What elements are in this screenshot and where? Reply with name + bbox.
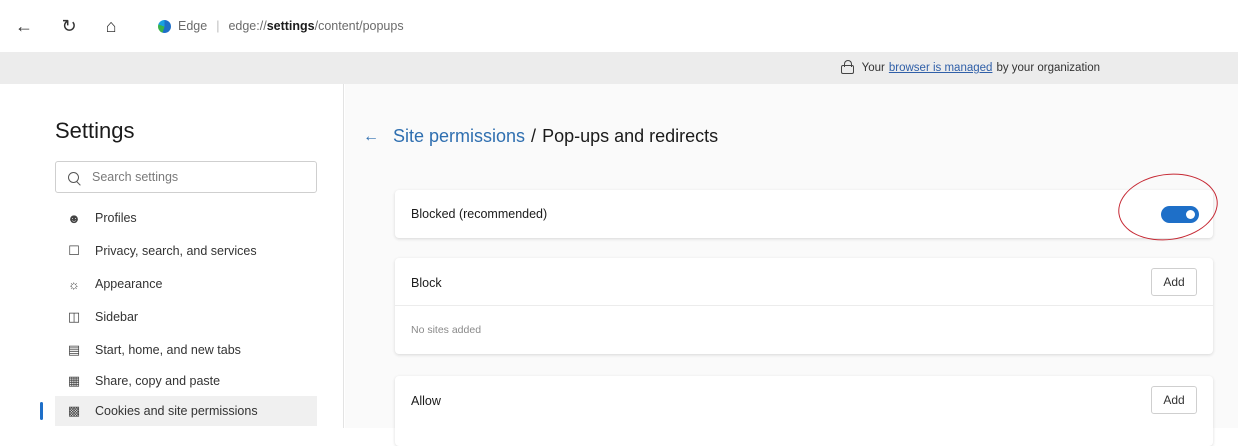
sidebar-item-cookies[interactable]: ▩ Cookies and site permissions bbox=[55, 396, 317, 426]
sidebar-item-share[interactable]: ▦ Share, copy and paste bbox=[55, 366, 317, 396]
toggle-knob bbox=[1186, 210, 1195, 219]
block-add-button[interactable]: Add bbox=[1151, 268, 1197, 296]
search-settings-input[interactable]: Search settings bbox=[55, 161, 317, 193]
sidebar-item-label: Appearance bbox=[95, 277, 163, 291]
site-permissions-link[interactable]: Site permissions bbox=[393, 126, 525, 147]
address-separator: | bbox=[216, 19, 220, 33]
url-prefix: edge:// bbox=[228, 19, 267, 33]
edge-logo-icon bbox=[158, 19, 171, 33]
breadcrumb-back-icon[interactable]: ← bbox=[363, 128, 379, 146]
blocked-setting-card: Blocked (recommended) bbox=[395, 190, 1213, 238]
url-suffix: /content/popups bbox=[314, 19, 404, 33]
start-home-icon: ▤ bbox=[67, 342, 81, 357]
profile-icon: ☻ bbox=[67, 210, 81, 226]
sidebar-item-sidebar[interactable]: ◫ Sidebar bbox=[55, 302, 317, 332]
settings-title: Settings bbox=[55, 118, 135, 143]
back-arrow-icon[interactable]: ← bbox=[10, 12, 38, 40]
home-icon[interactable]: ⌂ bbox=[97, 12, 125, 40]
block-empty-text: No sites added bbox=[411, 324, 482, 336]
managed-briefcase-icon bbox=[840, 59, 854, 74]
share-icon: ▦ bbox=[67, 373, 81, 388]
breadcrumb-separator: / bbox=[531, 126, 537, 146]
url-bold: settings bbox=[266, 19, 315, 33]
browser-brand: Edge bbox=[178, 19, 208, 33]
sidebar-item-label: Share, copy and paste bbox=[95, 374, 221, 388]
allow-add-button[interactable]: Add bbox=[1151, 386, 1197, 414]
sidebar-item-privacy[interactable]: ☐ Privacy, search, and services bbox=[55, 236, 317, 266]
allow-list-card: Allow Add bbox=[395, 376, 1213, 446]
refresh-icon[interactable]: ↻ bbox=[55, 12, 83, 40]
address-bar[interactable]: Edge | edge://settings/content/popups bbox=[150, 12, 1230, 40]
block-list-card: Block Add No sites added bbox=[395, 258, 1213, 354]
page-title: Pop-ups and redirects bbox=[542, 126, 719, 146]
browser-toolbar: ← ↻ ⌂ Edge | edge://settings/content/pop… bbox=[0, 0, 1238, 52]
allow-card-header: Allow Add bbox=[395, 376, 1213, 424]
cookies-icon: ▩ bbox=[67, 403, 81, 418]
sidebar-item-appearance[interactable]: ☼ Appearance bbox=[55, 269, 317, 299]
main-content: ← Site permissions / Pop-ups and redirec… bbox=[345, 84, 1238, 446]
block-card-header: Block Add bbox=[395, 258, 1213, 306]
blocked-label: Blocked (recommended) bbox=[411, 207, 548, 221]
sidebar-item-label: Profiles bbox=[95, 211, 137, 225]
managed-notice-bar: Your browser is managed by your organiza… bbox=[0, 52, 1238, 84]
active-item-marker bbox=[40, 402, 43, 420]
appearance-icon: ☼ bbox=[68, 276, 80, 292]
allow-title: Allow bbox=[411, 394, 441, 408]
breadcrumb: ← Site permissions / Pop-ups and redirec… bbox=[363, 126, 718, 147]
sidebar-item-label: Cookies and site permissions bbox=[95, 404, 258, 418]
sidebar-item-start-home[interactable]: ▤ Start, home, and new tabs bbox=[55, 335, 317, 365]
sidebar-item-label: Sidebar bbox=[95, 310, 139, 324]
managed-prefix: Your bbox=[861, 62, 885, 74]
blocked-toggle[interactable] bbox=[1161, 206, 1199, 223]
lock-icon: ☐ bbox=[68, 243, 80, 258]
sidebar-item-profiles[interactable]: ☻ Profiles bbox=[55, 203, 317, 233]
managed-suffix: by your organization bbox=[996, 62, 1100, 74]
block-title: Block bbox=[411, 276, 442, 290]
sidebar-item-label: Privacy, search, and services bbox=[95, 244, 257, 258]
browser-managed-link[interactable]: browser is managed bbox=[889, 62, 993, 74]
settings-sidebar: Settings Search settings ☻ Profiles ☐ Pr… bbox=[0, 84, 344, 428]
sidebar-item-label: Start, home, and new tabs bbox=[95, 343, 241, 357]
search-placeholder: Search settings bbox=[92, 170, 179, 184]
sidebar-icon: ◫ bbox=[67, 309, 81, 324]
search-icon bbox=[68, 171, 79, 183]
